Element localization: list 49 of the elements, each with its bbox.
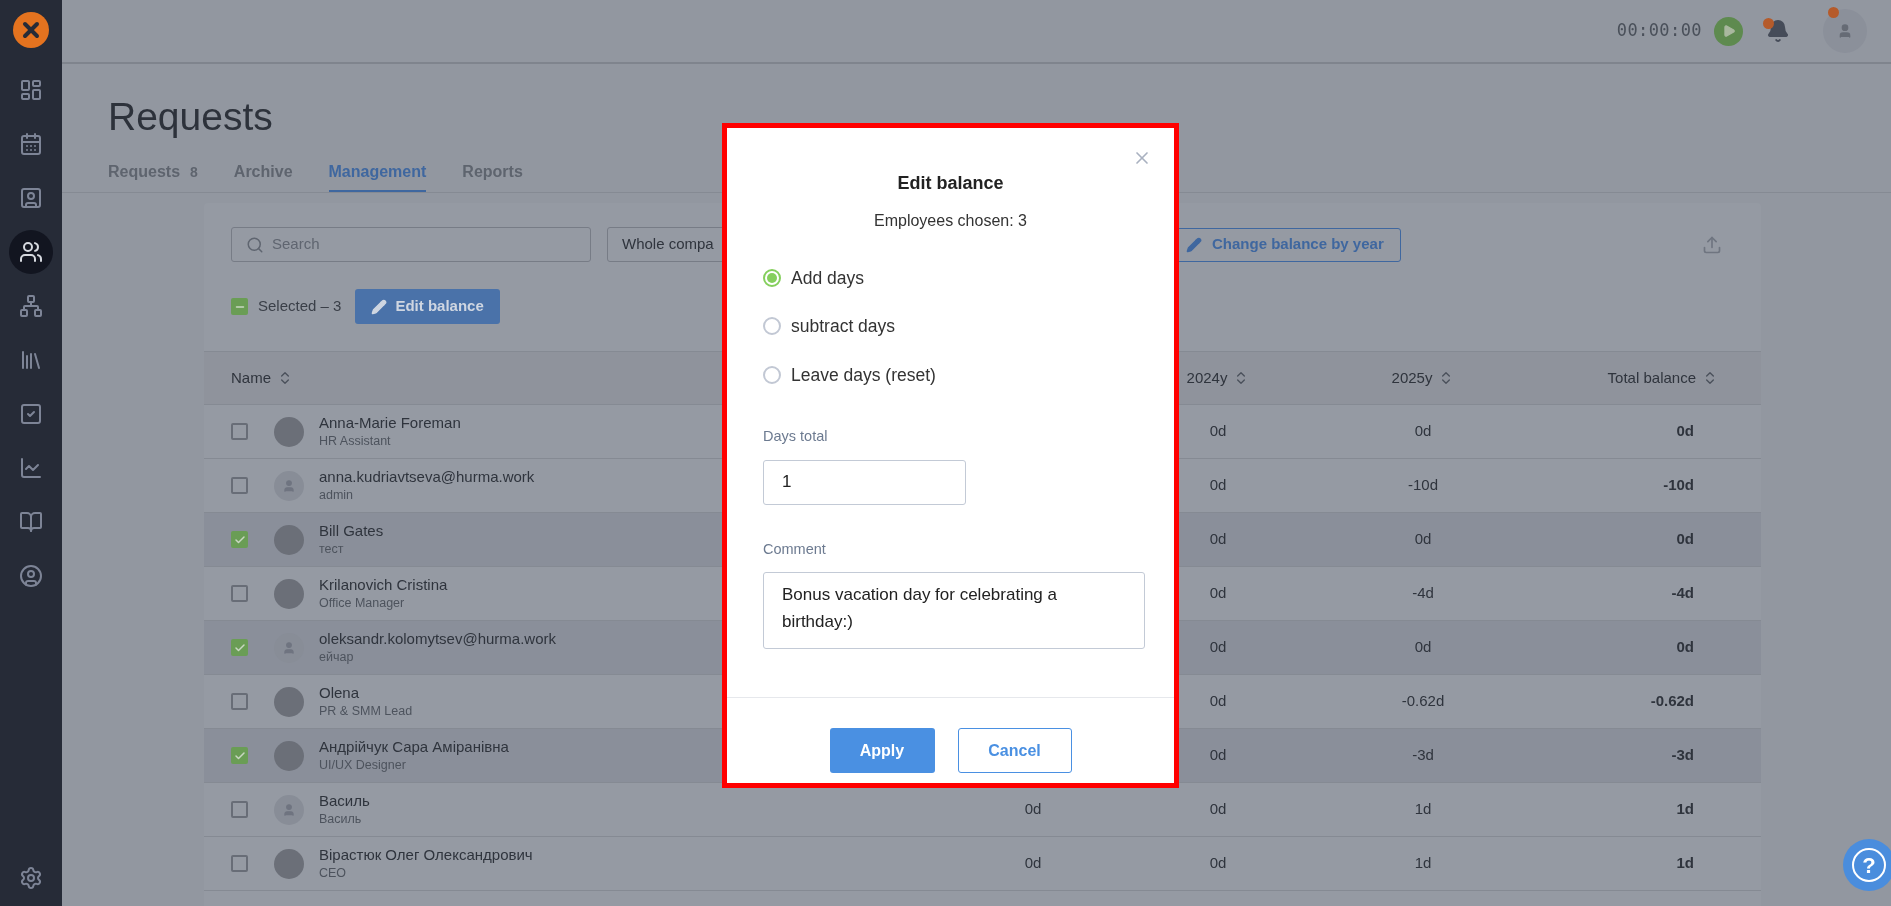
table-cell-text: -3d	[1671, 745, 1694, 766]
column-header: 2025y	[1391, 367, 1433, 388]
table-cell-text: -0.62d	[1650, 691, 1694, 712]
field-label: Days total	[763, 426, 829, 446]
employee-role: PR & SMM Lead	[319, 702, 413, 720]
table-cell-text: 0d	[1024, 853, 1042, 874]
table-cell-text: 1d	[1676, 853, 1694, 874]
table-cell-text: -4d	[1671, 583, 1694, 604]
table-cell-text: 0d	[1676, 421, 1694, 442]
employee-role: Василь	[319, 810, 363, 828]
table-cell-text: -0.62d	[1401, 691, 1445, 712]
dialog-title: Edit balance	[897, 172, 1004, 195]
table-cell-text: -10d	[1663, 475, 1694, 496]
table-cell-text: 0d	[1414, 637, 1432, 658]
table-cell-text: 1d	[1414, 799, 1432, 820]
employee-role: UI/UX Designer	[319, 756, 407, 774]
employee-role: Office Manager	[319, 594, 406, 612]
table-cell-text: 0d	[1209, 745, 1227, 766]
employee-role: CEO	[319, 864, 348, 882]
table-cell-text: 0d	[1209, 529, 1227, 550]
page-title: Requests	[108, 94, 274, 140]
table-cell-text: 1d	[1676, 799, 1694, 820]
table-cell-text: 0d	[1209, 421, 1227, 442]
column-header: 2024y	[1186, 367, 1228, 388]
table-cell-text: -4d	[1412, 583, 1434, 604]
column-header: Total balance	[1607, 367, 1696, 388]
table-cell-text: 1d	[1414, 853, 1432, 874]
table-cell-text: 0d	[1209, 853, 1227, 874]
table-cell-text: 0d	[1209, 691, 1227, 712]
employee-role: HR Assistant	[319, 432, 392, 450]
table-cell-text: 0d	[1414, 421, 1432, 442]
table-cell-text: 0d	[1209, 583, 1227, 604]
table-cell-text: -3d	[1412, 745, 1434, 766]
table-cell-text: 0d	[1676, 529, 1694, 550]
employee-role: тест	[319, 540, 345, 558]
selected-count: Selected – 3	[258, 296, 342, 317]
column-header: Name	[231, 367, 271, 388]
dialog-subtitle: Employees chosen: 3	[874, 211, 1027, 231]
table-cell-text: 0d	[1414, 529, 1432, 550]
table-cell-text: 0d	[1209, 475, 1227, 496]
timer: 00:00:00	[1616, 19, 1702, 43]
table-cell-text: -10d	[1408, 475, 1438, 496]
table-cell-text: 0d	[1209, 637, 1227, 658]
table-cell-text: 0d	[1209, 799, 1227, 820]
table-cell-text: 0d	[1676, 637, 1694, 658]
field-label: Comment	[763, 539, 827, 559]
employee-role: admin	[319, 486, 355, 504]
table-cell-text: 0d	[1024, 799, 1042, 820]
employee-role: ейчар	[319, 648, 355, 666]
